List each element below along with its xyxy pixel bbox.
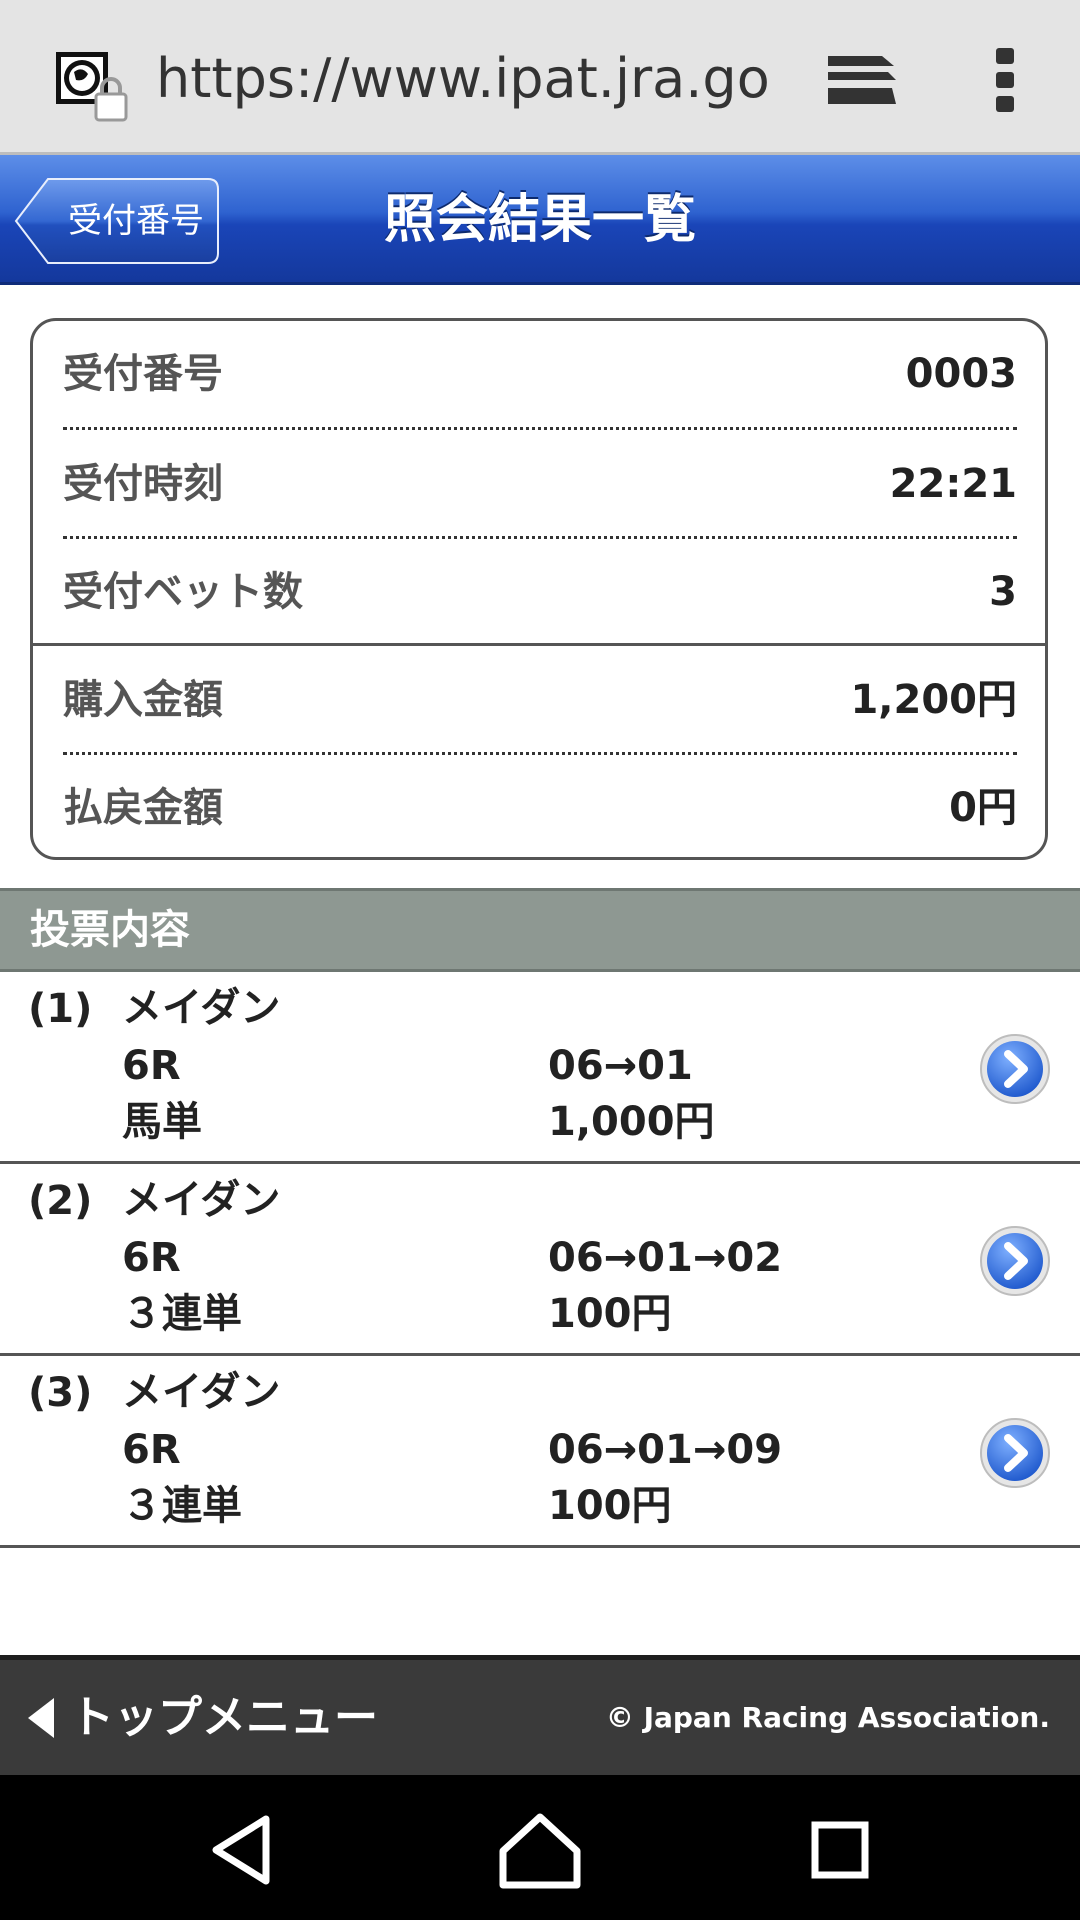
page-header: 受付番号 照会結果一覧 <box>0 155 1080 285</box>
summary-row-bet-count: 受付ベット数 3 <box>63 539 1017 645</box>
bet-number: (3) <box>28 1370 93 1416</box>
section-title: 投票内容 <box>30 907 190 953</box>
summary-value: 22:21 <box>889 461 1017 507</box>
bet-number: (1) <box>28 986 93 1032</box>
summary-label: 購入金額 <box>63 677 223 723</box>
bet-type: ３連単 <box>122 1483 242 1529</box>
bet-list-item[interactable]: (2) メイダン 6R ３連単 06→01→02 100円 <box>0 1164 1080 1356</box>
back-button-label: 受付番号 <box>68 201 204 241</box>
bet-amount: 100円 <box>548 1483 672 1529</box>
home-icon[interactable] <box>495 1805 585 1895</box>
summary-label: 受付時刻 <box>63 461 223 507</box>
bet-type: ３連単 <box>122 1291 242 1337</box>
page-footer: トップメニュー © Japan Racing Association. <box>0 1655 1080 1775</box>
secure-site-lock-icon[interactable] <box>52 48 132 124</box>
caret-left-icon <box>28 1698 54 1738</box>
browser-url-bar: https://www.ipat.jra.go.jp/ <box>0 0 1080 155</box>
bet-race: 6R <box>122 1235 181 1281</box>
bet-race-name: メイダン <box>122 985 281 1031</box>
bet-number: (2) <box>28 1178 93 1224</box>
summary-row-payout-amount: 払戻金額 0円 <box>63 755 1017 861</box>
chevron-right-icon[interactable] <box>978 1224 1052 1298</box>
copyright-text: © Japan Racing Association. <box>605 1701 1050 1734</box>
summary-row-purchase-amount: 購入金額 1,200円 <box>63 647 1017 753</box>
summary-value: 1,200円 <box>850 677 1017 723</box>
bet-race-name: メイダン <box>122 1177 281 1223</box>
tabs-icon[interactable] <box>822 48 902 112</box>
bet-amount: 1,000円 <box>548 1099 715 1145</box>
summary-label: 受付番号 <box>63 351 223 397</box>
bet-combination: 06→01→09 <box>548 1427 783 1473</box>
bet-type: 馬単 <box>122 1099 202 1145</box>
solid-divider <box>33 643 1045 646</box>
bet-list-item[interactable]: (3) メイダン 6R ３連単 06→01→09 100円 <box>0 1356 1080 1548</box>
chevron-right-icon[interactable] <box>978 1416 1052 1490</box>
summary-value: 3 <box>989 569 1017 615</box>
section-header: 投票内容 <box>0 888 1080 972</box>
bet-list-item[interactable]: (1) メイダン 6R 馬単 06→01 1,000円 <box>0 972 1080 1164</box>
chevron-right-icon[interactable] <box>978 1032 1052 1106</box>
back-icon[interactable] <box>196 1805 286 1895</box>
dotted-divider <box>63 427 1017 430</box>
summary-label: 受付ベット数 <box>63 569 303 615</box>
summary-row-receipt-number: 受付番号 0003 <box>63 321 1017 427</box>
more-vert-icon[interactable] <box>986 44 1026 116</box>
bet-race: 6R <box>122 1043 181 1089</box>
summary-row-receipt-time: 受付時刻 22:21 <box>63 431 1017 537</box>
summary-value: 0003 <box>905 351 1017 397</box>
summary-label: 払戻金額 <box>63 785 223 831</box>
summary-value: 0円 <box>949 785 1017 831</box>
bet-race: 6R <box>122 1427 181 1473</box>
android-navigation-bar <box>0 1775 1080 1920</box>
back-button[interactable]: 受付番号 <box>14 177 220 265</box>
top-menu-link[interactable]: トップメニュー <box>26 1660 386 1775</box>
bet-combination: 06→01→02 <box>548 1235 783 1281</box>
url-field[interactable]: https://www.ipat.jra.go.jp/ <box>156 44 768 114</box>
bet-combination: 06→01 <box>548 1043 693 1089</box>
summary-card: 受付番号 0003 受付時刻 22:21 受付ベット数 3 購入金額 1,200… <box>30 318 1048 860</box>
bet-amount: 100円 <box>548 1291 672 1337</box>
page-title: 照会結果一覧 <box>383 190 696 250</box>
top-menu-label: トップメニュー <box>70 1692 378 1743</box>
bet-race-name: メイダン <box>122 1369 281 1415</box>
recents-icon[interactable] <box>795 1805 885 1895</box>
